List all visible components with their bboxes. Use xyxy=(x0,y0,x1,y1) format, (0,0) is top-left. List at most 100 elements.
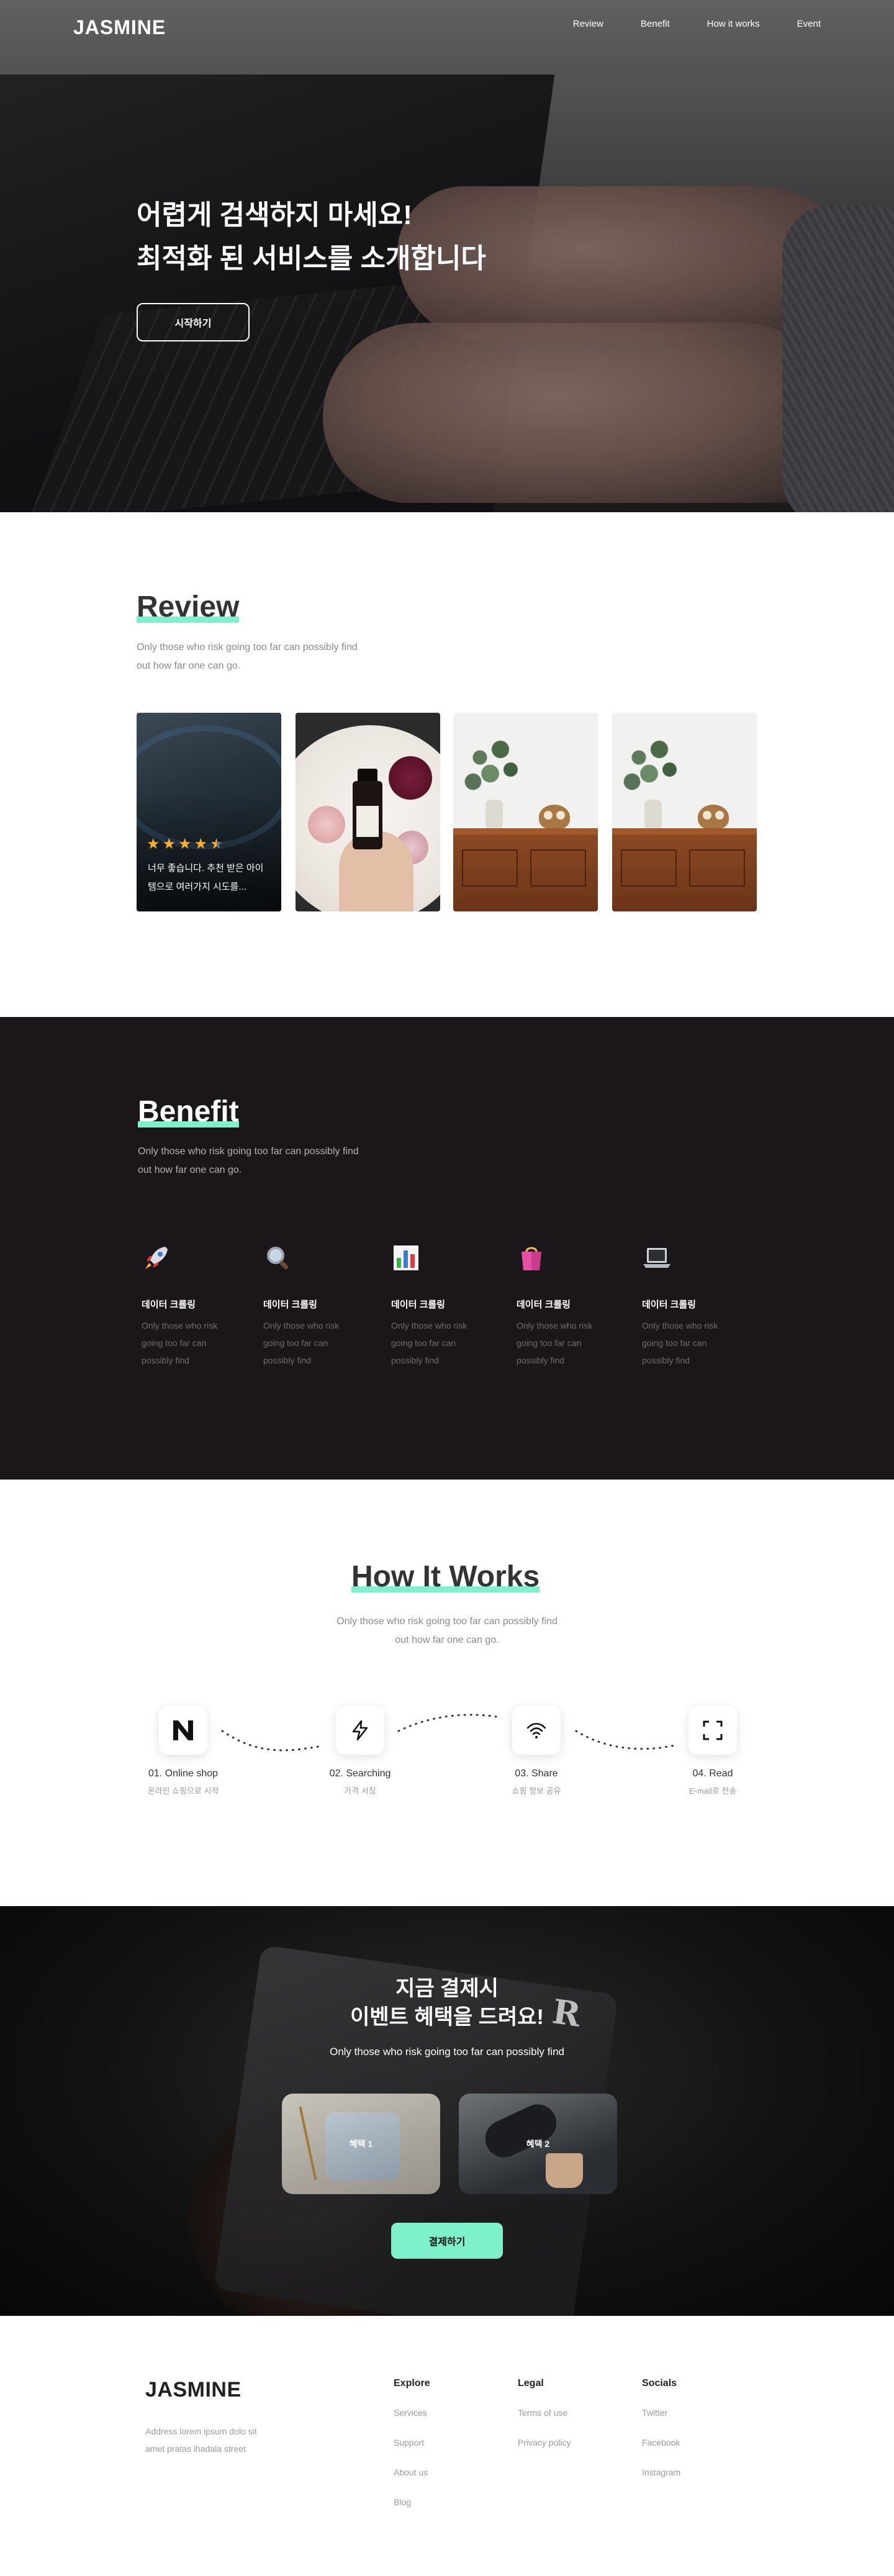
benefit-item: 데이터 크롤링 Only those who risk going too fa… xyxy=(263,1243,356,1369)
footer-logo[interactable]: JASMINE xyxy=(145,2378,242,2402)
nav-link-event[interactable]: Event xyxy=(797,19,821,29)
nav-link-how-it-works[interactable]: How it works xyxy=(707,19,760,29)
subtitle-line: out how far one can go. xyxy=(138,1165,242,1175)
shopping-bag-icon xyxy=(517,1243,546,1273)
review-subtitle: Only those who risk going too far can po… xyxy=(137,638,358,676)
benefit-card-label: 혜택 1 xyxy=(349,2139,373,2149)
hero-title-line: 어렵게 검색하지 마세요! xyxy=(137,200,412,230)
nav-link-review[interactable]: Review xyxy=(573,19,603,29)
shelf-top xyxy=(612,828,757,834)
review-title: Review xyxy=(137,590,240,624)
review-card[interactable]: ★ ★ ★ ★ ★ 너무 좋습니다. 추천 받은 아이템으로 여러가지 시도를.… xyxy=(137,713,281,911)
subtitle-line: Only those who risk going too far can po… xyxy=(138,1146,359,1157)
benefit-name: 데이터 크롤링 xyxy=(391,1299,445,1310)
footer-link-facebook[interactable]: Facebook xyxy=(642,2435,680,2465)
benefit-card-1[interactable]: 혜택 1 xyxy=(282,2094,440,2194)
star-icon: ★ xyxy=(162,836,176,852)
drawer xyxy=(530,849,586,887)
benefit-item: 데이터 크롤링 Only those who risk going too fa… xyxy=(517,1243,610,1369)
review-text: 너무 좋습니다. 추천 받은 아이템으로 여러가지 시도를... xyxy=(148,863,264,892)
benefit-card-2[interactable]: 혜택 2 xyxy=(459,2094,617,2194)
star-icon: ★ xyxy=(147,836,160,852)
step-item: 01. Online shop 온라인 쇼핑으로 시작 xyxy=(127,1706,239,1796)
step-name: 01. Online shop xyxy=(148,1768,219,1779)
nav-links: Review Benefit How it works Event xyxy=(573,19,821,29)
top-nav: JASMINE Review Benefit How it works Even… xyxy=(0,0,894,56)
benefit-subtitle: Only those who risk going too far can po… xyxy=(138,1142,359,1180)
footer-link-support[interactable]: Support xyxy=(394,2435,430,2465)
footer-address: Address lorem ipsum dolo sit amet pratas… xyxy=(145,2423,294,2457)
benefit-item: 데이터 크롤링 Only those who risk going too fa… xyxy=(391,1243,484,1369)
step-desc: 쇼핑 정보 공유 xyxy=(512,1786,561,1796)
benefit-desc: Only those who risk going too far can po… xyxy=(263,1321,340,1365)
drawer xyxy=(689,849,745,887)
event-title-line: 지금 결제시 xyxy=(395,1977,499,2000)
subtitle-line: out how far one can go. xyxy=(137,661,241,671)
lightning-icon[interactable] xyxy=(336,1706,384,1755)
review-card[interactable] xyxy=(296,713,440,911)
vase-image xyxy=(644,800,662,829)
review-card[interactable] xyxy=(612,713,757,911)
benefit-desc: Only those who risk going too far can po… xyxy=(391,1321,467,1365)
event-subtitle: Only those who risk going too far can po… xyxy=(330,2046,564,2058)
step-desc: 가격 서칭 xyxy=(344,1786,376,1796)
benefit-title-text: Benefit xyxy=(138,1095,239,1128)
footer-link-about-us[interactable]: About us xyxy=(394,2465,430,2495)
how-subtitle: Only those who risk going too far can po… xyxy=(0,1612,894,1650)
pay-button[interactable]: 결제하기 xyxy=(391,2223,503,2259)
star-icon: ★ xyxy=(178,836,192,852)
review-title-text: Review xyxy=(137,590,240,623)
benefit-name: 데이터 크롤링 xyxy=(142,1299,196,1310)
benefit-card-label: 혜택 2 xyxy=(526,2139,550,2149)
plant-image xyxy=(459,725,528,806)
footer-link-terms[interactable]: Terms of use xyxy=(518,2405,571,2435)
step-name: 04. Read xyxy=(692,1768,733,1779)
benefit-name: 데이터 크롤링 xyxy=(517,1299,571,1310)
step-item: 03. Share 쇼핑 정보 공유 xyxy=(481,1706,592,1796)
footer-column-title: Socials xyxy=(642,2378,677,2388)
footer-column-legal: Legal Terms of use Privacy policy xyxy=(518,2378,571,2465)
rating-stars: ★ ★ ★ ★ ★ xyxy=(147,837,224,852)
logo[interactable]: JASMINE xyxy=(73,16,166,39)
half-star-icon: ★ xyxy=(210,836,224,852)
bar-chart-icon xyxy=(391,1243,421,1273)
benefit-desc: Only those who risk going too far can po… xyxy=(142,1321,218,1365)
footer-link-privacy[interactable]: Privacy policy xyxy=(518,2435,571,2465)
footer-link-services[interactable]: Services xyxy=(394,2405,430,2435)
footer-column-socials: Socials Twitter Facebook Instagram xyxy=(642,2378,680,2495)
benefit-desc: Only those who risk going too far can po… xyxy=(517,1321,593,1365)
wifi-icon[interactable] xyxy=(512,1706,561,1755)
subtitle-line: out how far one can go. xyxy=(395,1635,499,1645)
subtitle-line: Only those who risk going too far can po… xyxy=(336,1616,558,1627)
step-name: 03. Share xyxy=(515,1768,558,1779)
footer-link-blog[interactable]: Blog xyxy=(394,2495,430,2524)
step-desc: 온라인 쇼핑으로 시작 xyxy=(147,1786,219,1796)
step-item: 04. Read E-mail로 전송 xyxy=(657,1706,769,1796)
start-button[interactable]: 시작하기 xyxy=(137,303,250,341)
n-logo-icon[interactable] xyxy=(159,1706,207,1755)
nav-link-benefit[interactable]: Benefit xyxy=(641,19,670,29)
footer-link-twitter[interactable]: Twitter xyxy=(642,2405,680,2435)
expand-icon[interactable] xyxy=(689,1706,737,1755)
vase-image xyxy=(485,800,503,829)
address-line: Address lorem ipsum dolo sit xyxy=(145,2426,257,2436)
owl-figure-image xyxy=(539,805,570,829)
drawer xyxy=(621,849,677,887)
how-title: How It Works xyxy=(351,1560,540,1594)
flower-image xyxy=(389,756,432,800)
bottle-label xyxy=(356,806,379,837)
step-name: 02. Searching xyxy=(329,1768,391,1779)
hero-title-line: 최적화 된 서비스를 소개합니다 xyxy=(137,243,486,274)
magnifier-icon xyxy=(263,1243,293,1273)
shelf-top xyxy=(453,828,598,834)
benefit-desc: Only those who risk going too far can po… xyxy=(642,1321,718,1365)
benefit-name: 데이터 크롤링 xyxy=(263,1299,317,1310)
review-card[interactable] xyxy=(453,713,598,911)
owl-figure-image xyxy=(698,805,729,829)
hero-title: 어렵게 검색하지 마세요! 최적화 된 서비스를 소개합니다 xyxy=(137,194,486,281)
benefit-item: 데이터 크롤링 Only those who risk going too fa… xyxy=(642,1243,735,1369)
benefit-title: Benefit xyxy=(138,1095,239,1129)
footer-link-instagram[interactable]: Instagram xyxy=(642,2465,680,2495)
footer-column-title: Explore xyxy=(394,2378,430,2388)
step-desc: E-mail로 전송 xyxy=(689,1786,737,1796)
